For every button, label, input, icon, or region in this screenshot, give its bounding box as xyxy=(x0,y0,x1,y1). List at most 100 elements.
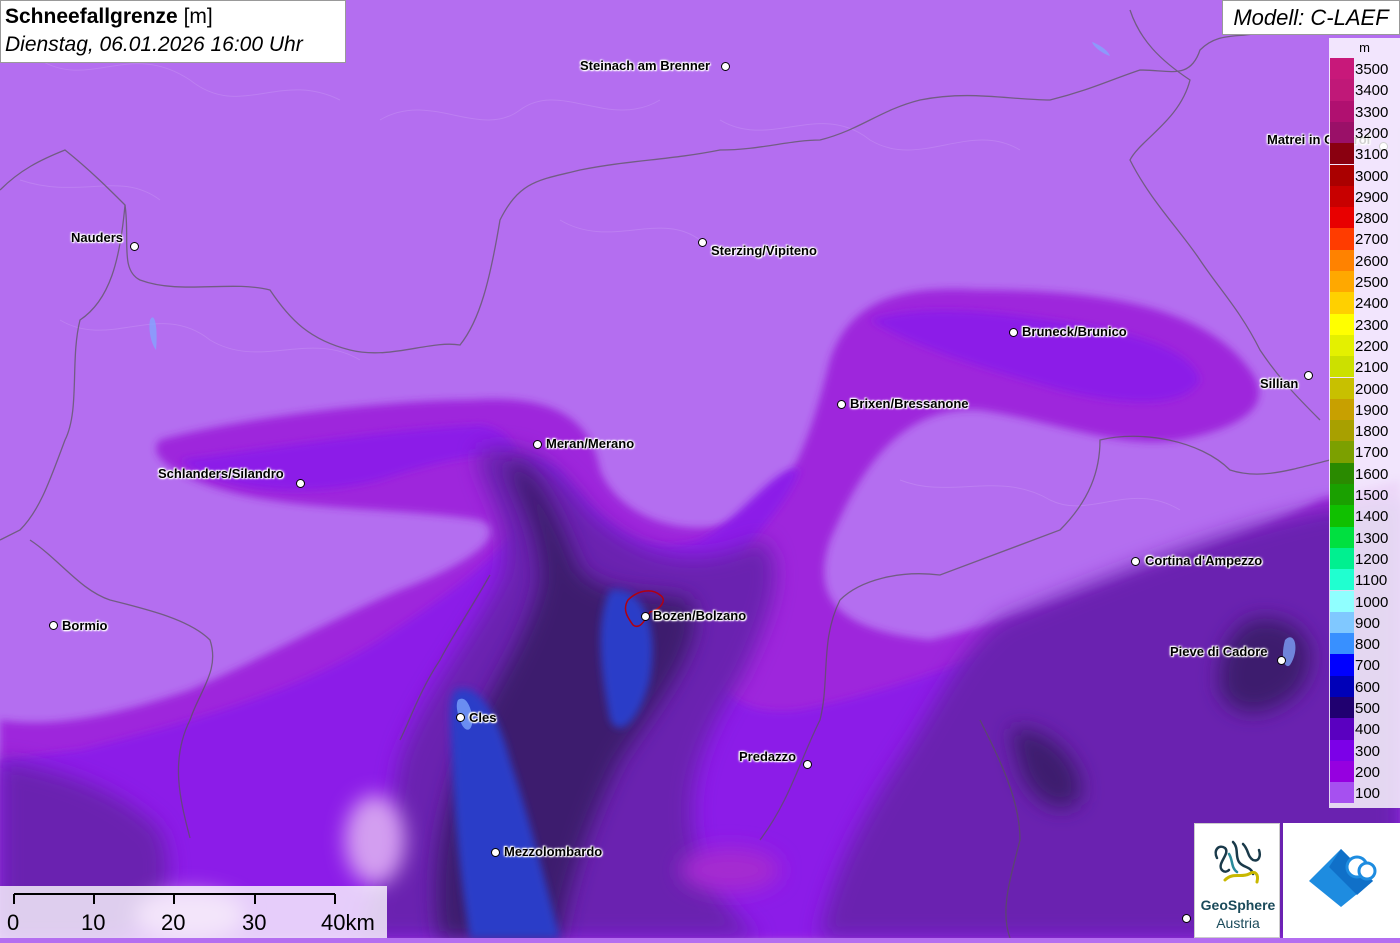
legend-swatch xyxy=(1330,420,1354,442)
legend-label: 2800 xyxy=(1355,210,1389,228)
city-marker-sillian[interactable] xyxy=(1304,371,1313,380)
scale-label-0: 0 xyxy=(7,910,20,935)
city-marker-unlabeled[interactable] xyxy=(1182,914,1191,923)
legend-label: 500 xyxy=(1355,700,1381,717)
legend-row: 1000 xyxy=(1329,590,1400,612)
legend-unit: m xyxy=(1359,40,1370,55)
legend-row: 3500 xyxy=(1329,58,1400,80)
legend-label: 1900 xyxy=(1355,401,1389,419)
legend-swatch xyxy=(1330,271,1354,293)
legend-label: 1600 xyxy=(1355,465,1389,483)
city-marker-steinach[interactable] xyxy=(721,62,730,71)
map-datetime: Dienstag, 06.01.2026 16:00 Uhr xyxy=(5,33,303,56)
city-marker-brixen[interactable] xyxy=(837,400,846,409)
legend-swatch xyxy=(1330,100,1354,122)
city-marker-bruneck[interactable] xyxy=(1009,328,1018,337)
legend-label: 3000 xyxy=(1355,167,1389,185)
city-marker-sterzing[interactable] xyxy=(698,238,707,247)
weather-app-icon xyxy=(1309,849,1377,907)
city-label-sillian: Sillian xyxy=(1260,376,1299,391)
city-marker-bormio[interactable] xyxy=(49,621,58,630)
city-label-bormio: Bormio xyxy=(62,618,108,633)
legend-label: 2900 xyxy=(1355,188,1389,206)
legend-swatch xyxy=(1330,441,1354,463)
legend-row: 2400 xyxy=(1329,292,1400,314)
city-marker-bozen[interactable] xyxy=(641,612,650,621)
legend-row: 200 xyxy=(1329,760,1400,783)
city-marker-meran[interactable] xyxy=(533,440,542,449)
legend-swatch xyxy=(1330,547,1354,570)
city-label-predazzo: Predazzo xyxy=(739,749,797,764)
model-label: Modell: C-LAEF xyxy=(1222,0,1400,35)
geosphere-logo-line2: Austria xyxy=(1216,915,1260,931)
legend-label: 2600 xyxy=(1355,252,1389,270)
legend-label: 200 xyxy=(1355,763,1381,781)
legend-row: 3300 xyxy=(1329,100,1400,122)
city-marker-pieve[interactable] xyxy=(1277,656,1286,665)
legend-label: 1500 xyxy=(1355,487,1389,504)
legend-swatch xyxy=(1330,58,1354,80)
city-label-nauders: Nauders xyxy=(71,230,124,245)
legend-row: 1300 xyxy=(1329,526,1400,548)
legend-row: 1400 xyxy=(1329,505,1400,527)
legend-swatch xyxy=(1330,611,1354,634)
legend-row: 2200 xyxy=(1329,334,1400,357)
scale-label-40km: 40km xyxy=(321,910,375,935)
legend-label: 1700 xyxy=(1355,444,1389,462)
city-label-cortina: Cortina d'Ampezzo xyxy=(1145,553,1263,568)
city-label-sterzing: Sterzing/Vipiteno xyxy=(711,243,817,258)
legend-row: 2900 xyxy=(1329,185,1400,208)
legend-label: 700 xyxy=(1355,657,1381,675)
geosphere-logo[interactable]: GeoSphere Austria xyxy=(1194,823,1280,938)
legend-swatch xyxy=(1330,484,1354,506)
legend-row: 1500 xyxy=(1329,484,1400,506)
legend-row: 400 xyxy=(1329,718,1400,740)
legend-label: 1400 xyxy=(1355,508,1389,526)
legend-row: 600 xyxy=(1329,675,1400,697)
legend-row: 1200 xyxy=(1329,547,1400,570)
scale-label-10: 10 xyxy=(81,910,106,935)
legend-row: 3200 xyxy=(1329,121,1400,144)
legend-swatch xyxy=(1330,356,1354,378)
legend-label: 3500 xyxy=(1355,61,1389,78)
legend-label: 800 xyxy=(1355,636,1381,654)
legend-row: 800 xyxy=(1329,633,1400,655)
city-marker-nauders[interactable] xyxy=(130,242,139,251)
legend-swatch xyxy=(1330,526,1354,548)
city-label-pieve: Pieve di Cadore xyxy=(1170,644,1268,659)
legend-row: 1100 xyxy=(1329,569,1400,591)
city-marker-schlanders[interactable] xyxy=(296,479,305,488)
legend-swatch xyxy=(1330,164,1354,186)
legend-swatch xyxy=(1330,249,1354,271)
legend-swatch xyxy=(1330,718,1354,740)
city-marker-cortina[interactable] xyxy=(1131,557,1140,566)
weather-app-logo[interactable] xyxy=(1283,823,1400,938)
legend-row: 500 xyxy=(1329,697,1400,719)
legend-row: 2700 xyxy=(1329,228,1400,250)
city-label-bruneck: Bruneck/Brunico xyxy=(1022,324,1127,339)
map-title-unit: [m] xyxy=(183,5,213,28)
legend-label: 3400 xyxy=(1355,82,1389,100)
legend-row: 1800 xyxy=(1329,420,1400,442)
legend-swatch xyxy=(1330,207,1354,229)
legend-label: 2700 xyxy=(1355,231,1389,249)
legend-swatch xyxy=(1330,228,1354,250)
legend-label: 900 xyxy=(1355,614,1381,632)
city-marker-predazzo[interactable] xyxy=(803,760,812,769)
legend-label: 2300 xyxy=(1355,316,1389,334)
legend-label: 100 xyxy=(1355,785,1381,803)
legend-swatch xyxy=(1330,505,1354,527)
geosphere-emblem-icon xyxy=(1214,840,1261,884)
city-marker-mezzolombardo[interactable] xyxy=(491,848,500,857)
legend-swatch xyxy=(1330,79,1354,101)
legend-row: 1900 xyxy=(1329,398,1400,421)
city-label-cles: Cles xyxy=(469,710,497,725)
city-label-brixen: Brixen/Bressanone xyxy=(850,396,969,411)
city-label-bozen: Bozen/Bolzano xyxy=(653,608,747,623)
legend-swatch xyxy=(1330,377,1354,399)
city-marker-cles[interactable] xyxy=(456,713,465,722)
legend-label: 1200 xyxy=(1355,550,1389,568)
legend-swatch xyxy=(1330,185,1354,208)
city-label-meran: Meran/Merano xyxy=(546,436,635,451)
legend-row: 3000 xyxy=(1329,164,1400,186)
